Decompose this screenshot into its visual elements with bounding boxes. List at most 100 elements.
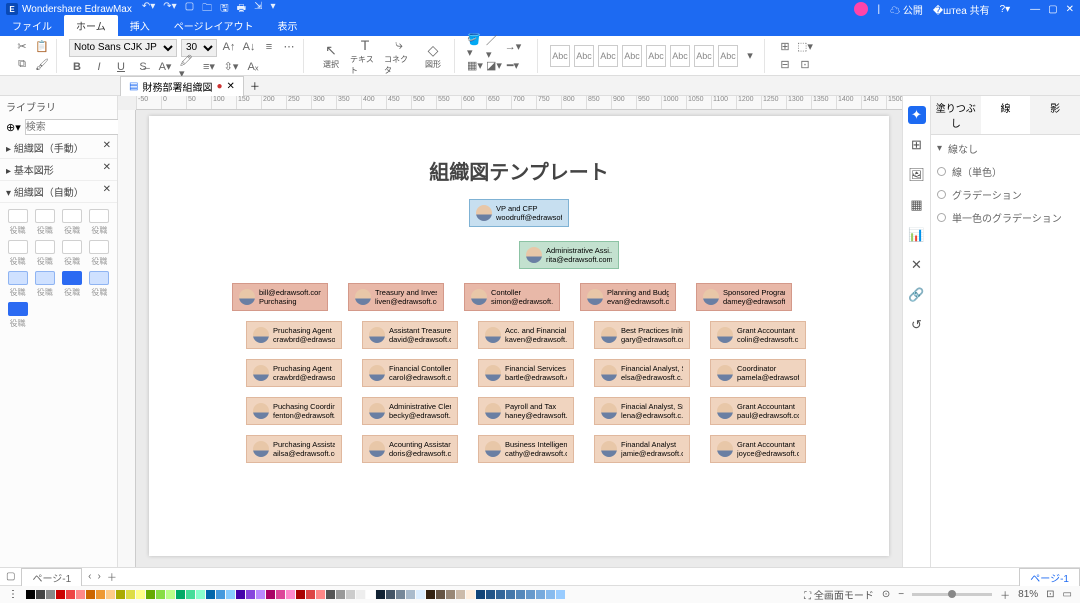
paste-icon[interactable]: 📋 xyxy=(34,39,50,55)
color-swatch[interactable] xyxy=(256,590,265,599)
color-swatch[interactable] xyxy=(546,590,555,599)
prop-tab-fill[interactable]: 塗りつぶし xyxy=(931,96,981,134)
lib-section[interactable]: ▾ 組織図（自動）✕ xyxy=(0,181,117,203)
color-swatch[interactable] xyxy=(236,590,245,599)
color-swatch[interactable] xyxy=(306,590,315,599)
color-swatch[interactable] xyxy=(556,590,565,599)
org-node[interactable]: Assistant Treasurerdavid@edrawsoft.c... xyxy=(362,321,458,349)
shape-item[interactable]: 役職 xyxy=(6,240,29,267)
org-node[interactable]: bill@edrawsoft.comPurchasing xyxy=(232,283,328,311)
style-preset[interactable]: Abc xyxy=(694,45,714,67)
chart-icon[interactable]: 📊 xyxy=(908,226,926,244)
zoom-in-icon[interactable]: ＋ xyxy=(1000,587,1010,602)
menu-home[interactable]: ホーム xyxy=(64,15,118,36)
shadow-icon[interactable]: ◪▾ xyxy=(486,57,502,73)
connector-tool[interactable]: ⤷コネクタ xyxy=(384,36,414,76)
color-swatch[interactable] xyxy=(526,590,535,599)
export-icon[interactable]: ⇲ xyxy=(254,1,262,18)
text-tool[interactable]: Tテキスト xyxy=(350,36,380,76)
color-swatch[interactable] xyxy=(126,590,135,599)
document-tab[interactable]: ▤ 財務部署組織図 ● ✕ xyxy=(120,76,244,96)
shape-item[interactable]: 役職 xyxy=(88,240,111,267)
org-node[interactable]: Pruchasing Agentcrawbrd@edrawsoft... xyxy=(246,321,342,349)
style-preset[interactable]: Abc xyxy=(670,45,690,67)
font-color-icon[interactable]: A▾ xyxy=(157,59,173,75)
minimize-icon[interactable]: — xyxy=(1030,4,1040,15)
prop-tab-shadow[interactable]: 影 xyxy=(1030,96,1080,134)
style-preset[interactable]: Abc xyxy=(718,45,738,67)
color-swatch[interactable] xyxy=(366,590,375,599)
org-node[interactable]: Grant Accountantpaul@edrawsoft.com xyxy=(710,397,806,425)
color-swatch[interactable] xyxy=(436,590,445,599)
prop-gradient[interactable]: グラデーション xyxy=(937,187,1074,202)
color-swatch[interactable] xyxy=(336,590,345,599)
org-node[interactable]: Finandal Analystjamie@edrawsoft.c... xyxy=(594,435,690,463)
page-tab[interactable]: ページ-1 xyxy=(21,568,82,586)
color-swatch[interactable] xyxy=(186,590,195,599)
color-swatch[interactable] xyxy=(216,590,225,599)
section-close-icon[interactable]: ✕ xyxy=(103,162,111,177)
layers-icon[interactable]: ▦ xyxy=(908,196,926,214)
org-node[interactable]: VP and CFPwoodruff@edrawsoft... xyxy=(469,199,569,227)
menu-file[interactable]: ファイル xyxy=(0,15,64,36)
add-page-icon[interactable]: ＋ xyxy=(107,569,117,584)
style-tool-icon[interactable]: ✦ xyxy=(908,106,926,124)
color-swatch[interactable] xyxy=(136,590,145,599)
org-node[interactable]: Contollersimon@edrawsoft.com xyxy=(464,283,560,311)
org-node[interactable]: Planning and Budgetevan@edrawsoft.com xyxy=(580,283,676,311)
color-swatch[interactable] xyxy=(36,590,45,599)
color-swatch[interactable] xyxy=(396,590,405,599)
chart-title[interactable]: 組織図テンプレート xyxy=(169,156,869,185)
zoom-slider[interactable] xyxy=(912,593,992,596)
color-swatch[interactable] xyxy=(266,590,275,599)
prev-page-icon[interactable]: ‹ xyxy=(88,571,91,582)
color-swatch[interactable] xyxy=(96,590,105,599)
highlight-icon[interactable]: 🖍▾ xyxy=(179,59,195,75)
group-icon[interactable]: ⊞ xyxy=(777,39,793,55)
style-preset[interactable]: Abc xyxy=(574,45,594,67)
line-style-icon[interactable]: ━▾ xyxy=(505,57,521,73)
org-node[interactable]: Coordinatorpamela@edrawsof... xyxy=(710,359,806,387)
style-preset[interactable]: Abc xyxy=(550,45,570,67)
color-swatch[interactable] xyxy=(516,590,525,599)
org-node[interactable]: Payroll and Taxhaney@edrawsoft.c... xyxy=(478,397,574,425)
prop-none[interactable]: ▾線なし xyxy=(937,141,1074,156)
menu-view[interactable]: 表示 xyxy=(266,15,310,36)
org-node[interactable]: Best Practices Initia...gary@edrawsoft.c… xyxy=(594,321,690,349)
shape-item[interactable]: 役職 xyxy=(6,209,29,236)
section-close-icon[interactable]: ✕ xyxy=(103,184,111,199)
fill-icon[interactable]: 🪣▾ xyxy=(467,38,483,54)
shape-item[interactable]: 役職 xyxy=(61,240,84,267)
org-node[interactable]: Administrative Clerkbecky@edrawsoft.c... xyxy=(362,397,458,425)
select-tool[interactable]: ↖選択 xyxy=(316,41,346,70)
color-swatch[interactable] xyxy=(346,590,355,599)
color-swatch[interactable] xyxy=(66,590,75,599)
org-node[interactable]: Pruchasing Agentcrawbrd@edrawsoft... xyxy=(246,359,342,387)
save-icon[interactable]: 🖫 xyxy=(220,1,229,18)
close-icon[interactable]: ✕ xyxy=(1066,4,1074,15)
color-swatch[interactable] xyxy=(496,590,505,599)
shape-item[interactable]: 役職 xyxy=(33,240,56,267)
next-page-icon[interactable]: › xyxy=(98,571,101,582)
color-swatch[interactable] xyxy=(466,590,475,599)
strike-icon[interactable]: S̶ xyxy=(135,59,151,75)
qat-more-icon[interactable]: ▾ xyxy=(271,1,276,18)
org-node[interactable]: Finacial Analyst, Sr.lena@edrawsoft.c... xyxy=(594,397,690,425)
style-more-icon[interactable]: ▾ xyxy=(742,48,758,64)
org-node[interactable]: Grant Accountantjoyce@edrawsoft.c... xyxy=(710,435,806,463)
zoom-out-icon[interactable]: − xyxy=(898,589,904,600)
copy-icon[interactable]: ⧉ xyxy=(14,57,30,73)
new-tab-icon[interactable]: ＋ xyxy=(250,78,260,93)
color-swatch[interactable] xyxy=(316,590,325,599)
fullscreen-button[interactable]: ⛶ 全画面モード xyxy=(804,587,874,602)
color-swatch[interactable] xyxy=(226,590,235,599)
style-preset[interactable]: Abc xyxy=(622,45,642,67)
prop-solid[interactable]: 線（単色） xyxy=(937,164,1074,179)
more-format-icon[interactable]: ⋯ xyxy=(281,39,297,55)
color-swatch[interactable] xyxy=(106,590,115,599)
align-icon[interactable]: ≡▾ xyxy=(201,59,217,75)
fit-icon[interactable]: ⊙ xyxy=(882,589,890,600)
italic-icon[interactable]: I xyxy=(91,59,107,75)
shape-item[interactable]: 役職 xyxy=(61,209,84,236)
underline-icon[interactable]: U xyxy=(113,59,129,75)
